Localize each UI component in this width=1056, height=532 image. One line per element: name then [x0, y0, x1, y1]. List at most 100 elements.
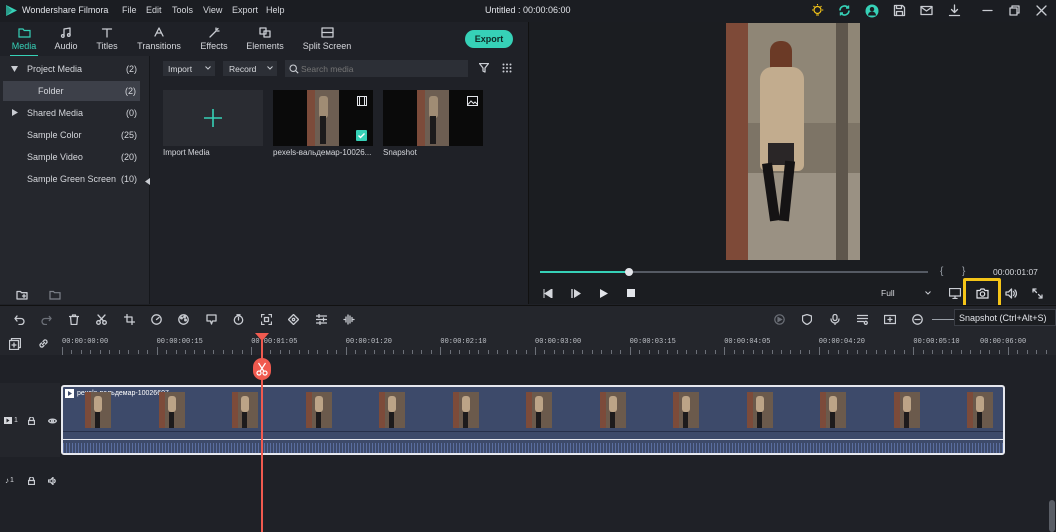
tab-effects[interactable]: Effects [196, 24, 232, 54]
fullscreen-icon[interactable] [1032, 288, 1043, 299]
eye-icon[interactable] [48, 418, 57, 424]
stop-icon[interactable] [627, 289, 635, 297]
sync-icon[interactable] [838, 4, 851, 17]
mark-out-icon[interactable]: } [962, 266, 965, 277]
tree-item-count: (0) [126, 108, 137, 118]
tab-media[interactable]: Media [6, 24, 42, 57]
previous-frame-icon[interactable] [543, 289, 553, 298]
detach-icon[interactable] [884, 314, 896, 325]
tab-elements[interactable]: Elements [244, 24, 286, 54]
minimize-icon[interactable] [982, 5, 993, 16]
preview-progress-track[interactable] [540, 268, 928, 276]
zoom-out-icon[interactable] [912, 314, 923, 325]
shield-icon[interactable] [802, 314, 812, 325]
ruler-tick [487, 350, 489, 354]
tab-split-screen[interactable]: Split Screen [302, 24, 352, 54]
delete-icon[interactable] [69, 314, 79, 325]
grid-view-icon[interactable] [502, 63, 512, 73]
record-label: Record [229, 64, 257, 74]
play-icon[interactable] [599, 289, 608, 298]
record-dropdown[interactable]: Record [223, 61, 277, 76]
video-clip[interactable]: pexels-вальдемар-10026607 [61, 385, 1005, 455]
snapshot-button-highlight[interactable] [963, 278, 1001, 308]
ruler-tick [468, 350, 470, 354]
ruler-tick [866, 350, 868, 354]
marker-icon[interactable] [206, 314, 217, 325]
search-input[interactable] [301, 62, 461, 75]
lock-icon[interactable] [28, 477, 35, 485]
folder-outline-icon[interactable] [49, 290, 61, 300]
color-icon[interactable] [178, 314, 189, 325]
speaker-icon[interactable] [48, 477, 57, 485]
media-item-video[interactable] [273, 90, 373, 146]
lock-icon[interactable] [28, 417, 35, 425]
duration-icon[interactable] [233, 314, 244, 325]
tree-item-label: Sample Green Screen [27, 174, 117, 184]
keyframe-icon[interactable] [288, 314, 299, 325]
import-media-tile[interactable] [163, 90, 263, 146]
menu-edit[interactable]: Edit [146, 5, 162, 15]
tree-item-sample-color[interactable]: Sample Color (25) [0, 125, 149, 145]
download-icon[interactable] [948, 4, 961, 17]
new-folder-icon[interactable] [16, 290, 28, 300]
microphone-icon[interactable] [830, 314, 840, 325]
render-icon[interactable] [774, 314, 785, 325]
media-panel: Import Record Import Media pexels-вальде… [151, 56, 527, 304]
mail-icon[interactable] [920, 4, 933, 17]
filter-icon[interactable] [479, 63, 489, 73]
clip-frame-thumbnail [232, 392, 258, 428]
mark-in-icon[interactable]: { [940, 266, 943, 277]
caret-down-icon[interactable] [11, 66, 18, 72]
vertical-scrollbar[interactable] [1049, 500, 1055, 532]
undo-icon[interactable] [14, 315, 25, 325]
speed-icon[interactable] [151, 314, 162, 325]
fit-frame-icon[interactable] [261, 314, 272, 325]
tree-item-sample-green-screen[interactable]: Sample Green Screen (10) [0, 169, 149, 189]
quality-dropdown[interactable]: Full [877, 285, 935, 301]
voiceover-list-icon[interactable] [857, 314, 868, 325]
ruler-tick [799, 350, 801, 354]
menu-export[interactable]: Export [232, 5, 258, 15]
audio-stretch-icon[interactable] [343, 314, 355, 325]
menu-view[interactable]: View [203, 5, 222, 15]
import-dropdown[interactable]: Import [163, 61, 215, 76]
link-icon[interactable] [38, 338, 49, 349]
account-icon[interactable] [865, 4, 879, 18]
tree-item-shared-media[interactable]: Shared Media (0) [0, 103, 149, 123]
tab-label: Elements [246, 41, 284, 51]
preview-scrubber-handle[interactable] [625, 268, 634, 276]
adjust-icon[interactable] [316, 314, 327, 325]
media-item-snapshot[interactable] [383, 90, 483, 146]
add-track-icon[interactable] [9, 338, 21, 350]
export-button[interactable]: Export [465, 30, 513, 48]
menu-tools[interactable]: Tools [172, 5, 193, 15]
menu-file[interactable]: File [122, 5, 137, 15]
ruler-tick [336, 350, 338, 354]
volume-icon[interactable] [1005, 288, 1017, 299]
tab-transitions[interactable]: Transitions [135, 24, 183, 54]
play-reverse-icon[interactable] [571, 289, 581, 298]
tab-titles[interactable]: Titles [91, 24, 123, 54]
save-icon[interactable] [893, 4, 906, 17]
collapse-panel-icon[interactable] [145, 178, 150, 185]
menu-help[interactable]: Help [266, 5, 285, 15]
tree-item-label: Sample Video [27, 152, 83, 162]
search-box[interactable] [285, 60, 468, 77]
close-icon[interactable] [1036, 5, 1047, 16]
lightbulb-icon[interactable] [811, 4, 824, 18]
display-settings-icon[interactable] [949, 288, 961, 299]
cut-icon[interactable] [96, 314, 107, 325]
timeline-ruler[interactable]: 00:00:00:00 00:00:00:15 00:00:01:05 00:00:0… [0, 333, 1056, 355]
redo-icon[interactable] [41, 315, 52, 325]
ruler-tick [686, 350, 688, 354]
tab-audio[interactable]: Audio [50, 24, 82, 54]
checkbox-checked-icon[interactable] [356, 130, 367, 141]
tree-item-folder[interactable]: Folder (2) [3, 81, 140, 101]
tree-item-sample-video[interactable]: Sample Video (20) [0, 147, 149, 167]
ruler-tick [979, 350, 981, 354]
scissors-handle[interactable] [253, 358, 271, 380]
caret-right-icon[interactable] [12, 109, 18, 116]
tree-item-project-media[interactable]: Project Media (2) [0, 59, 149, 79]
crop-icon[interactable] [124, 314, 135, 325]
restore-icon[interactable] [1009, 5, 1020, 16]
